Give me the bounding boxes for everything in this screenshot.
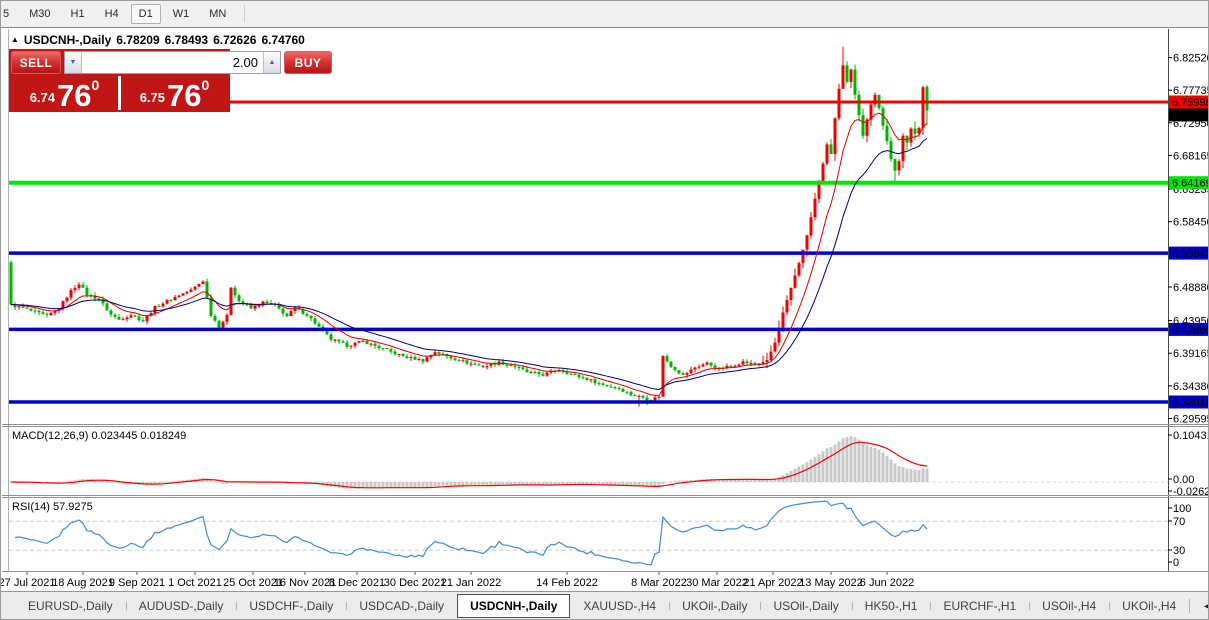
svg-text:30: 30 — [1173, 545, 1185, 557]
svg-text:6.34380: 6.34380 — [1173, 381, 1209, 393]
tab-eurusd-daily[interactable]: EURUSD-,Daily — [15, 594, 126, 618]
chart-tab-bar: EURUSD-,Daily AUDUSD-,Daily USDCHF-,Dail… — [1, 591, 1208, 619]
timeframe-toolbar: 5 M30 H1 H4 D1 W1 MN — [1, 1, 1208, 26]
arrow-up-icon: ▲ — [268, 59, 276, 66]
sell-price[interactable]: 6.74 76 0 — [11, 76, 118, 113]
sell-price-big: 76 — [57, 78, 92, 113]
macd-histogram — [9, 436, 929, 489]
svg-text:27 Jul 2021: 27 Jul 2021 — [1, 577, 55, 589]
tab-usoil-h4[interactable]: USOil-,H4 — [1029, 594, 1109, 618]
ohlc-high: 6.78493 — [164, 33, 209, 47]
time-axis[interactable]: 27 Jul 202118 Aug 20219 Sep 2021 1 Oct 20… — [1, 572, 914, 589]
svg-text:6.82520: 6.82520 — [1173, 53, 1209, 65]
buy-price-big: 76 — [167, 78, 202, 113]
svg-text:21 Jan 2022: 21 Jan 2022 — [441, 577, 502, 589]
sell-button[interactable]: SELL — [11, 51, 61, 74]
tab-usdcad-daily[interactable]: USDCAD-,Daily — [346, 594, 457, 618]
price-line-labels: 6.75998 6.64169 6.53845 6.42660 6.32018 6.747… — [1169, 95, 1209, 409]
rsi-line — [14, 500, 928, 566]
sell-price-sup: 0 — [91, 77, 100, 93]
ohlc-low: 6.72626 — [213, 33, 257, 47]
svg-text:0: 0 — [1173, 557, 1179, 569]
chart-symbol-period: USDCNH-,Daily — [23, 33, 112, 47]
chart-window: 6.82520 6.77735 6.72950 6.68165 6.63235 6.584… — [1, 27, 1209, 593]
svg-text:6.77735: 6.77735 — [1173, 85, 1209, 97]
horizontal-lines[interactable] — [9, 100, 1168, 404]
svg-text:16 Nov 2021: 16 Nov 2021 — [274, 577, 336, 589]
tf-button-m30[interactable]: M30 — [21, 4, 58, 24]
tab-hk50-h1[interactable]: HK50-,H1 — [851, 594, 931, 618]
tab-audusd-daily[interactable]: AUDUSD-,Daily — [125, 594, 237, 618]
volume-spinner: ▼ ▲ — [64, 51, 281, 74]
svg-text:6.58450: 6.58450 — [1173, 217, 1209, 229]
ohlc-close: 6.74760 — [261, 33, 305, 47]
tab-usdcnh-daily[interactable]: USDCNH-,Daily — [457, 593, 571, 618]
rsi-levels — [9, 520, 1168, 551]
tab-usoil-daily[interactable]: USOil-,Daily — [760, 594, 851, 618]
buy-price[interactable]: 6.75 76 0 — [121, 76, 228, 113]
toolbar-separator — [244, 5, 246, 22]
collapse-icon[interactable]: ▲ — [11, 35, 19, 44]
svg-text:-0.026249: -0.026249 — [1173, 486, 1209, 498]
tab-eurchf-h1[interactable]: EURCHF-,H1 — [930, 594, 1029, 618]
svg-text:8 Mar 2022: 8 Mar 2022 — [631, 577, 687, 589]
svg-text:21 Apr 2022: 21 Apr 2022 — [743, 577, 802, 589]
tf-button-w1[interactable]: W1 — [165, 4, 198, 24]
svg-text:6.74760: 6.74760 — [1172, 110, 1209, 122]
svg-text:13 May 2022: 13 May 2022 — [799, 577, 863, 589]
tf-button-h1[interactable]: H1 — [63, 4, 93, 24]
macd-label: MACD(12,26,9) 0.023445 0.018249 — [12, 430, 186, 442]
buy-price-sup: 0 — [201, 77, 210, 93]
chart-title: ▲ USDCNH-,Daily 6.78209 6.78493 6.72626 6.747… — [11, 33, 305, 47]
arrow-down-icon: ▼ — [69, 59, 77, 66]
svg-text:0.104313: 0.104313 — [1173, 430, 1209, 442]
svg-text:6.29595: 6.29595 — [1173, 414, 1209, 426]
volume-increase-button[interactable]: ▲ — [263, 52, 280, 73]
svg-text:70: 70 — [1173, 516, 1185, 528]
tf-button-d1[interactable]: D1 — [130, 3, 161, 24]
buy-price-small: 6.75 — [139, 90, 166, 105]
svg-text:6.39165: 6.39165 — [1173, 348, 1209, 360]
scroll-left-icon[interactable]: ◄ — [1202, 601, 1208, 611]
tab-ukoil-daily[interactable]: UKOil-,Daily — [669, 594, 760, 618]
sell-price-small: 6.74 — [29, 90, 56, 105]
ohlc-open: 6.78209 — [116, 33, 160, 47]
tf-button-mn[interactable]: MN — [201, 4, 234, 24]
svg-text:100: 100 — [1173, 503, 1191, 515]
indicator-axes: 0.104313 0.00-0.026249 10070 300 — [1168, 430, 1209, 569]
svg-text:6.32018: 6.32018 — [1172, 397, 1209, 409]
svg-text:18 Aug 2021: 18 Aug 2021 — [52, 577, 114, 589]
trading-terminal-window: 5 M30 H1 H4 D1 W1 MN 6.82520 6.77735 6.729… — [0, 0, 1209, 620]
svg-text:6.48880: 6.48880 — [1173, 282, 1209, 294]
svg-text:6.42660: 6.42660 — [1172, 324, 1209, 336]
svg-text:9 Sep 2021: 9 Sep 2021 — [109, 577, 165, 589]
svg-text:30 Mar 2022: 30 Mar 2022 — [686, 577, 748, 589]
svg-text:8 Dec 2021: 8 Dec 2021 — [329, 577, 385, 589]
svg-text:6.64169: 6.64169 — [1172, 178, 1209, 190]
tf-button-m5[interactable]: 5 — [1, 4, 17, 24]
svg-text:6 Jun 2022: 6 Jun 2022 — [860, 577, 914, 589]
svg-text:6.75998: 6.75998 — [1172, 97, 1209, 109]
svg-text:1 Oct 2021: 1 Oct 2021 — [168, 577, 222, 589]
buy-button[interactable]: BUY — [284, 51, 332, 74]
tf-button-h4[interactable]: H4 — [97, 4, 127, 24]
one-click-trading-panel: SELL ▼ ▲ BUY 6.74760 6.75760 — [9, 49, 332, 113]
tab-xauusd-h4[interactable]: XAUUSD-,H4 — [570, 594, 669, 618]
tab-usdchf-daily[interactable]: USDCHF-,Daily — [236, 594, 346, 618]
svg-text:6.53845: 6.53845 — [1172, 248, 1209, 260]
tab-scroll-buttons: ◄ ► — [1189, 598, 1208, 613]
svg-text:0.00: 0.00 — [1173, 474, 1194, 486]
rsi-label: RSI(14) 57.9275 — [12, 501, 93, 513]
svg-text:6.68165: 6.68165 — [1173, 150, 1209, 162]
svg-text:30 Dec 2021: 30 Dec 2021 — [384, 577, 446, 589]
svg-text:14 Feb 2022: 14 Feb 2022 — [536, 577, 598, 589]
volume-decrease-button[interactable]: ▼ — [65, 52, 82, 73]
volume-input[interactable] — [82, 52, 263, 73]
tab-ukoil-h4[interactable]: UKOil-,H4 — [1109, 594, 1189, 618]
